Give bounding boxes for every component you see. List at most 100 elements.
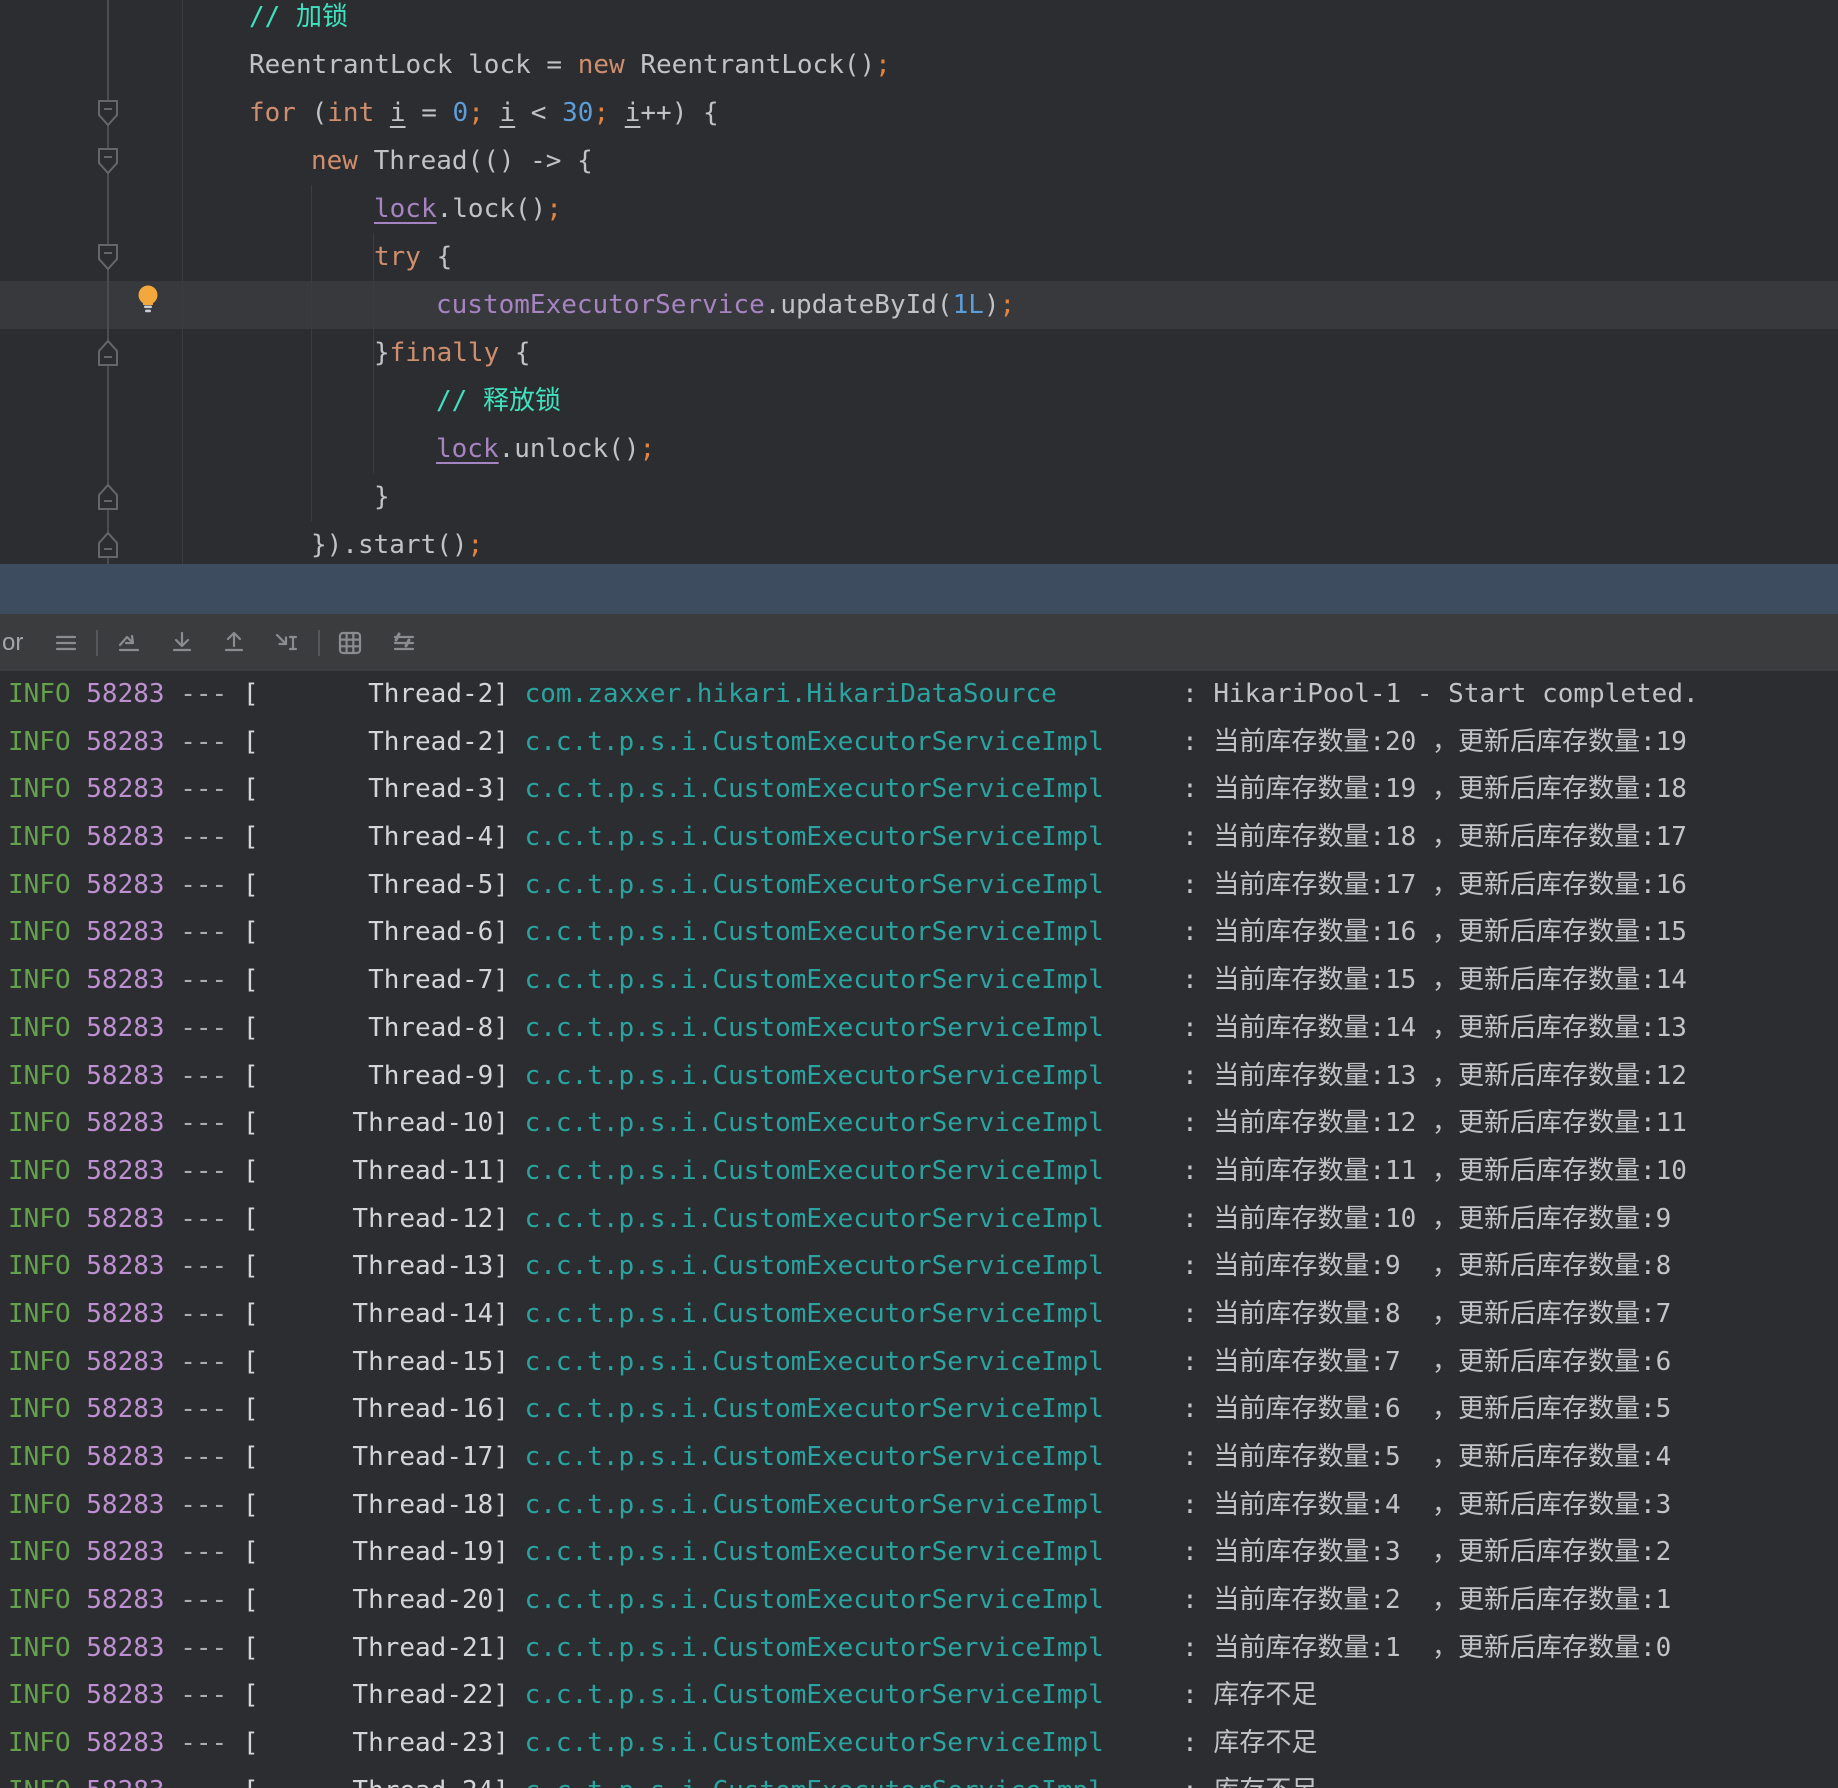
log-field — [165, 1633, 181, 1663]
log-field — [509, 965, 525, 995]
log-field: : 当前库存数量:4 ，更新后库存数量:3 — [1182, 1490, 1671, 1520]
log-row: INFO 58283 --- [ Thread-6] c.c.t.p.s.i.C… — [0, 909, 1838, 957]
code-token: ) — [984, 290, 1000, 320]
log-row: INFO 58283 --- [ Thread-5] c.c.t.p.s.i.C… — [0, 862, 1838, 910]
log-field — [227, 965, 243, 995]
scroll-to-cursor-icon[interactable] — [272, 628, 302, 658]
log-field — [71, 1108, 87, 1138]
log-field — [509, 1680, 525, 1710]
fold-collapse-end-icon[interactable] — [97, 340, 119, 366]
code-line: new Thread(() -> { — [0, 137, 1838, 185]
code-token — [484, 98, 500, 128]
log-field — [509, 1251, 525, 1281]
code-token: ; — [593, 98, 609, 128]
log-field — [509, 1776, 525, 1788]
code-token — [374, 98, 390, 128]
log-field: c.c.t.p.s.i.CustomExecutorServiceImpl — [525, 965, 1182, 995]
log-field — [509, 1442, 525, 1472]
log-field: [ Thread-20] — [243, 1585, 509, 1615]
log-field — [227, 1442, 243, 1472]
code-editor[interactable]: // 加锁ReentrantLock lock = new ReentrantL… — [0, 0, 1838, 564]
scroll-down-icon[interactable] — [167, 628, 197, 658]
toolbar-divider — [96, 630, 98, 656]
log-field — [509, 917, 525, 947]
filter-settings-icon[interactable] — [389, 628, 419, 658]
log-field — [71, 965, 87, 995]
log-field: c.c.t.p.s.i.CustomExecutorServiceImpl — [525, 1680, 1182, 1710]
log-field: --- — [180, 1013, 227, 1043]
log-field — [227, 774, 243, 804]
log-field: INFO — [8, 1108, 71, 1138]
log-row: INFO 58283 --- [ Thread-11] c.c.t.p.s.i.… — [0, 1148, 1838, 1196]
code-token: = — [406, 98, 453, 128]
log-field — [509, 870, 525, 900]
console-output[interactable]: INFO 58283 --- [ Thread-2] com.zaxxer.hi… — [0, 671, 1838, 1788]
log-field: [ Thread-14] — [243, 1299, 509, 1329]
code-token: int — [327, 98, 374, 128]
log-field: : 当前库存数量:16 ，更新后库存数量:15 — [1182, 917, 1687, 947]
log-field — [71, 870, 87, 900]
menu-icon[interactable] — [51, 628, 81, 658]
log-field — [71, 917, 87, 947]
log-field — [165, 727, 181, 757]
fold-collapse-start-icon[interactable] — [97, 244, 119, 270]
log-field: : 当前库存数量:7 ，更新后库存数量:6 — [1182, 1347, 1671, 1377]
log-field — [509, 1490, 525, 1520]
code-token: .updateById( — [765, 290, 953, 320]
code-token: ; — [875, 50, 891, 80]
log-field: 58283 — [86, 1108, 164, 1138]
log-field: --- — [180, 870, 227, 900]
log-field: : 当前库存数量:1 ，更新后库存数量:0 — [1182, 1633, 1671, 1663]
log-field: : 当前库存数量:9 ，更新后库存数量:8 — [1182, 1251, 1671, 1281]
log-field: --- — [180, 1394, 227, 1424]
log-field: : 当前库存数量:19 ，更新后库存数量:18 — [1182, 774, 1687, 804]
code-token: finally — [390, 338, 500, 368]
code-line: }).start(); — [0, 521, 1838, 564]
fold-collapse-end-icon[interactable] — [97, 484, 119, 510]
log-field — [165, 1013, 181, 1043]
log-row: INFO 58283 --- [ Thread-18] c.c.t.p.s.i.… — [0, 1482, 1838, 1530]
grid-icon[interactable] — [335, 628, 365, 658]
log-field — [509, 1204, 525, 1234]
log-field: [ Thread-2] — [243, 679, 509, 709]
log-field: --- — [180, 1347, 227, 1377]
log-field — [71, 822, 87, 852]
log-row: INFO 58283 --- [ Thread-14] c.c.t.p.s.i.… — [0, 1291, 1838, 1339]
code-token: } — [374, 482, 390, 512]
log-field: --- — [180, 1680, 227, 1710]
log-field — [227, 679, 243, 709]
log-field: c.c.t.p.s.i.CustomExecutorServiceImpl — [525, 1490, 1182, 1520]
log-field: --- — [180, 1633, 227, 1663]
soft-wrap-icon[interactable] — [115, 628, 145, 658]
log-field: : 当前库存数量:6 ，更新后库存数量:5 — [1182, 1394, 1671, 1424]
log-field — [165, 917, 181, 947]
log-field — [227, 1537, 243, 1567]
code-line: // 加锁 — [0, 0, 1838, 41]
code-line: // 释放锁 — [0, 377, 1838, 425]
log-field — [71, 1537, 87, 1567]
fold-collapse-start-icon[interactable] — [97, 100, 119, 126]
log-field: 58283 — [86, 1299, 164, 1329]
log-field: [ Thread-3] — [243, 774, 509, 804]
fold-collapse-start-icon[interactable] — [97, 148, 119, 174]
code-token — [609, 98, 625, 128]
log-field: 58283 — [86, 1061, 164, 1091]
panel-splitter[interactable] — [0, 564, 1838, 614]
code-line: try { — [0, 233, 1838, 281]
scroll-up-icon[interactable] — [219, 628, 249, 658]
code-line: } — [0, 473, 1838, 521]
log-field: INFO — [8, 1156, 71, 1186]
log-field — [509, 1156, 525, 1186]
log-field: 58283 — [86, 727, 164, 757]
console-toolbar: or — [0, 614, 1838, 671]
code-token: // 加锁 — [249, 2, 348, 32]
log-field — [71, 1680, 87, 1710]
fold-collapse-end-icon[interactable] — [97, 532, 119, 558]
intention-lightbulb-icon[interactable] — [136, 284, 160, 314]
log-field: c.c.t.p.s.i.CustomExecutorServiceImpl — [525, 1108, 1182, 1138]
log-row: INFO 58283 --- [ Thread-21] c.c.t.p.s.i.… — [0, 1625, 1838, 1673]
log-field — [509, 774, 525, 804]
log-field — [227, 917, 243, 947]
log-field: com.zaxxer.hikari.HikariDataSource — [525, 679, 1182, 709]
log-field: INFO — [8, 1490, 71, 1520]
